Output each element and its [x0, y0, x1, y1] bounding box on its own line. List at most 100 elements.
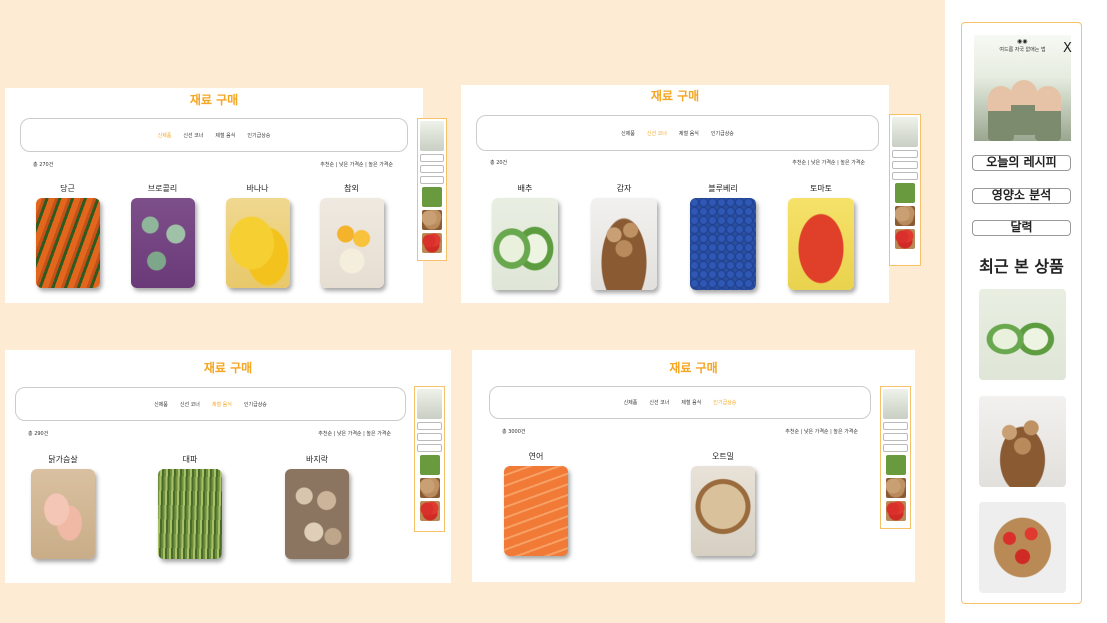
mini-nutrition-button[interactable]	[417, 433, 442, 441]
mini-ad-banner[interactable]	[420, 121, 444, 151]
product-carrot[interactable]: 당근	[35, 183, 100, 288]
result-count: 총 20건	[490, 160, 508, 166]
product-name: 토마토	[809, 184, 833, 193]
product-green-onion[interactable]: 대파	[157, 454, 223, 559]
result-count: 총 3000건	[502, 429, 526, 435]
tab-trending[interactable]: 인기급상승	[244, 401, 267, 408]
mini-nutrition-button[interactable]	[892, 161, 918, 169]
mini-recent-thumb[interactable]	[422, 187, 442, 207]
mini-ad-banner[interactable]	[883, 389, 908, 419]
product-blueberry[interactable]: 블루베리	[689, 183, 757, 290]
product-name: 연어	[528, 452, 544, 461]
tab-seasonal[interactable]: 제철 음식	[681, 399, 701, 406]
recent-item-cabbage[interactable]	[979, 289, 1066, 380]
tab-new[interactable]: 신제품	[154, 401, 168, 408]
product-image	[492, 198, 558, 290]
tab-new[interactable]: 신제품	[158, 132, 172, 139]
ad-banner[interactable]: ◉◉ 여드름 자국 없애는 법	[974, 35, 1071, 141]
product-name: 배추	[517, 184, 533, 193]
mini-ad-banner[interactable]	[892, 117, 918, 147]
mini-nutrition-button[interactable]	[883, 433, 908, 441]
product-image	[31, 469, 95, 559]
product-tomato[interactable]: 토마토	[787, 183, 855, 290]
product-image	[319, 198, 384, 288]
tab-fresh[interactable]: 신선 코너	[647, 130, 667, 137]
product-cabbage[interactable]: 배추	[491, 183, 559, 290]
product-image	[225, 198, 290, 288]
mini-recipe-button[interactable]	[417, 422, 442, 430]
page-title: 재료 구매	[669, 361, 718, 375]
ad-title: 여드름 자국 없애는 법	[999, 47, 1046, 53]
product-panel-2: 재료 구매 신제품 신선 코너 제철 음식 인기급상승 총 20건 추천순 | …	[461, 85, 889, 303]
tab-seasonal[interactable]: 제철 음식	[212, 401, 232, 408]
product-oatmeal[interactable]: 오트밀	[690, 451, 756, 556]
close-icon[interactable]: X	[1063, 41, 1072, 56]
mini-calendar-button[interactable]	[417, 444, 442, 452]
tab-trending[interactable]: 인기급상승	[711, 130, 734, 137]
product-image	[158, 469, 222, 559]
nutrition-analysis-button[interactable]: 영양소 분석	[972, 188, 1071, 204]
page-title: 재료 구매	[189, 93, 239, 107]
tab-trending[interactable]: 인기급상승	[247, 132, 270, 139]
product-name: 오트밀	[711, 452, 735, 461]
tab-fresh[interactable]: 신선 코너	[649, 399, 669, 406]
mini-recent-thumb[interactable]	[885, 455, 906, 475]
mini-recent-thumb[interactable]	[422, 210, 442, 230]
mini-ad-banner[interactable]	[417, 389, 442, 419]
sort-options[interactable]: 추천순 | 낮은 가격순 | 높은 가격순	[792, 159, 865, 166]
tab-seasonal[interactable]: 제철 음식	[679, 130, 699, 137]
recent-item-potato[interactable]	[979, 396, 1066, 487]
product-broccoli[interactable]: 브로콜리	[130, 183, 195, 288]
product-potato[interactable]: 감자	[590, 183, 658, 290]
tab-new[interactable]: 신제품	[624, 399, 638, 406]
product-melon[interactable]: 참외	[319, 183, 384, 288]
sort-options[interactable]: 추천순 | 낮은 가격순 | 높은 가격순	[318, 430, 391, 437]
mini-recipe-button[interactable]	[420, 154, 444, 162]
todays-recipe-button[interactable]: 오늘의 레시피	[972, 155, 1071, 171]
product-clam[interactable]: 바지락	[284, 454, 350, 559]
calendar-button[interactable]: 달력	[972, 220, 1071, 236]
mini-sidebar-2	[889, 114, 921, 266]
product-name: 블루베리	[708, 184, 738, 193]
mini-recent-thumb[interactable]	[885, 501, 906, 521]
product-banana[interactable]: 바나나	[225, 183, 290, 288]
tab-new[interactable]: 신제품	[621, 130, 635, 137]
tab-trending[interactable]: 인기급상승	[713, 399, 736, 406]
mini-nutrition-button[interactable]	[420, 165, 444, 173]
product-name: 대파	[182, 455, 198, 464]
sort-options[interactable]: 추천순 | 낮은 가격순 | 높은 가격순	[785, 428, 858, 435]
product-panel-3: 재료 구매 신제품 신선 코너 제철 음식 인기급상승 총 290건 추천순 |…	[5, 350, 451, 583]
ad-person	[1035, 86, 1061, 141]
mini-recent-thumb[interactable]	[419, 478, 440, 498]
mini-recent-thumb[interactable]	[885, 478, 906, 498]
product-chicken-breast[interactable]: 닭가슴살	[30, 454, 96, 559]
product-salmon[interactable]: 연어	[503, 451, 569, 556]
result-count: 총 290건	[28, 431, 49, 437]
mini-recipe-button[interactable]	[883, 422, 908, 430]
mini-calendar-button[interactable]	[420, 176, 444, 184]
tab-fresh[interactable]: 신선 코너	[180, 401, 200, 408]
mini-sidebar-1	[417, 118, 447, 261]
category-nav: 신제품 신선 코너 제철 음식 인기급상승	[476, 115, 879, 151]
recent-items-title: 최근 본 상품	[979, 257, 1064, 276]
mini-recent-thumb[interactable]	[894, 229, 916, 249]
mini-recent-thumb[interactable]	[894, 183, 916, 203]
mini-recent-thumb[interactable]	[419, 501, 440, 521]
mini-recent-thumb[interactable]	[422, 233, 442, 253]
recent-item-strawberry[interactable]	[979, 502, 1066, 593]
tab-fresh[interactable]: 신선 코너	[183, 132, 203, 139]
category-nav: 신제품 신선 코너 제철 음식 인기급상승	[15, 387, 406, 421]
mini-calendar-button[interactable]	[892, 172, 918, 180]
mini-recent-thumb[interactable]	[419, 455, 440, 475]
mini-calendar-button[interactable]	[883, 444, 908, 452]
result-count: 총 270건	[33, 162, 54, 168]
mini-recent-thumb[interactable]	[894, 206, 916, 226]
mini-sidebar-3	[414, 386, 445, 532]
category-nav: 신제품 신선 코너 제철 음식 인기급상승	[20, 118, 408, 152]
tab-seasonal[interactable]: 제철 음식	[215, 132, 235, 139]
mini-recipe-button[interactable]	[892, 150, 918, 158]
product-name: 당근	[60, 184, 75, 193]
sort-options[interactable]: 추천순 | 낮은 가격순 | 높은 가격순	[320, 161, 393, 168]
product-name: 감자	[616, 184, 632, 193]
page-title: 재료 구매	[203, 361, 253, 375]
